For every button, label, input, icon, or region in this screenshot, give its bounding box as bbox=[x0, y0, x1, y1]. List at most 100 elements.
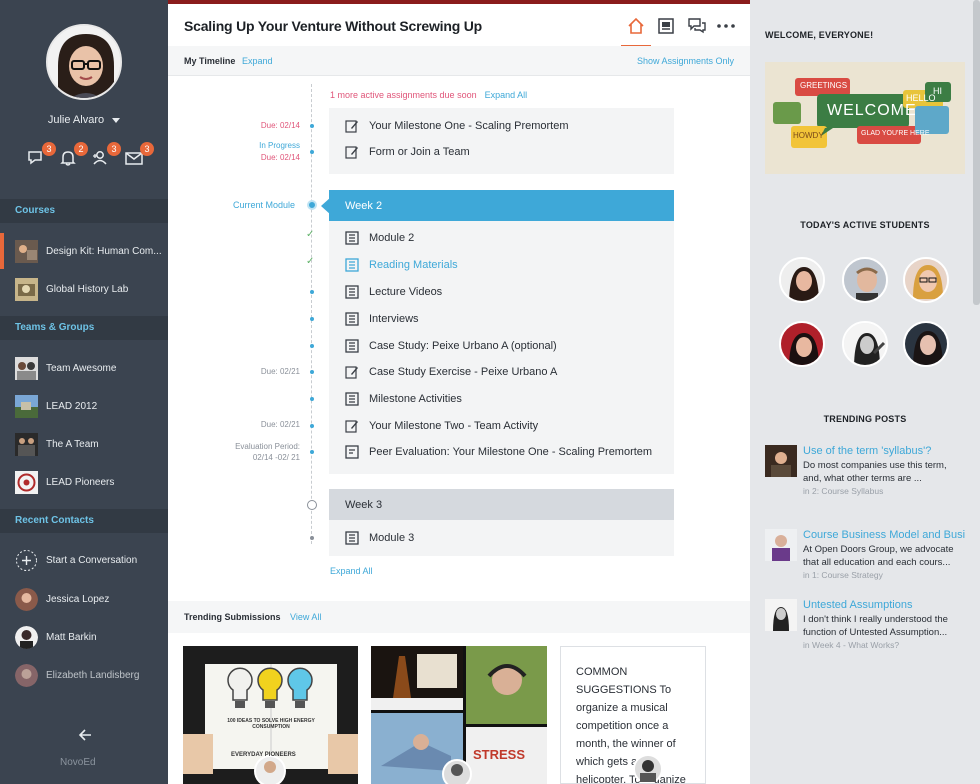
timeline-item[interactable]: Form or Join a Team bbox=[345, 143, 470, 161]
checkmark-icon: ✓ bbox=[306, 229, 315, 240]
bubble-word: HI bbox=[933, 86, 942, 96]
sidebar-item-lead-pioneers[interactable]: LEAD Pioneers bbox=[0, 464, 168, 500]
post-title[interactable]: Course Business Model and Busi bbox=[803, 529, 965, 541]
expand-all-link[interactable]: Expand All bbox=[485, 90, 528, 100]
post-meta: in Week 4 - What Works? bbox=[803, 640, 900, 650]
timeline-item[interactable]: Lecture Videos bbox=[345, 283, 442, 301]
student-avatar[interactable] bbox=[903, 257, 949, 303]
timeline-expand-link[interactable]: Expand bbox=[242, 56, 273, 66]
contact-elizabeth-landisberg[interactable]: Elizabeth Landisberg bbox=[0, 657, 168, 693]
start-conversation-button[interactable]: Start a Conversation bbox=[0, 542, 168, 578]
assignments-warning: 1 more active assignments due soon Expand… bbox=[330, 90, 527, 100]
student-avatar[interactable] bbox=[779, 321, 825, 367]
sidebar-item-a-team[interactable]: The A Team bbox=[0, 426, 168, 462]
sidebar-item-lead-2012[interactable]: LEAD 2012 bbox=[0, 388, 168, 424]
timeline-item[interactable]: Reading Materials bbox=[345, 256, 458, 274]
edit-icon bbox=[345, 366, 358, 379]
course-thumbnail bbox=[15, 277, 38, 301]
submission-card[interactable]: 100 IDEAS TO SOLVE HIGH ENERGY CONSUMPTI… bbox=[183, 646, 358, 784]
sidebar: Julie Alvaro 3 2 3 3 Courses Design Kit:… bbox=[0, 0, 168, 784]
timeline-item[interactable]: Module 3 bbox=[345, 529, 414, 547]
contact-matt-barkin[interactable]: Matt Barkin bbox=[0, 619, 168, 655]
submission-card-text[interactable]: COMMON SUGGESTIONS To organize a musical… bbox=[560, 646, 706, 784]
student-avatar[interactable] bbox=[903, 321, 949, 367]
week-title: Week 3 bbox=[345, 499, 383, 511]
show-assignments-link[interactable]: Show Assignments Only bbox=[637, 56, 734, 66]
discussion-icon[interactable] bbox=[687, 16, 707, 36]
week-title: Week 2 bbox=[345, 200, 383, 212]
timeline-item[interactable]: Case Study: Peixe Urbano A (optional) bbox=[345, 337, 557, 355]
page-title: Scaling Up Your Venture Without Screwing… bbox=[184, 18, 483, 34]
team-thumbnail bbox=[15, 356, 38, 380]
expand-all-bottom-link[interactable]: Expand All bbox=[330, 566, 373, 576]
sidebar-item-global-history[interactable]: Global History Lab bbox=[0, 271, 168, 307]
contact-jessica-lopez[interactable]: Jessica Lopez bbox=[0, 581, 168, 617]
due-status: In Progress bbox=[259, 141, 300, 150]
upcoming-assignments-card: Your Milestone One - Scaling Premortem F… bbox=[329, 108, 674, 174]
alerts-button[interactable]: 2 bbox=[58, 142, 88, 170]
mail-button[interactable]: 3 bbox=[124, 142, 154, 170]
sidebar-item-label: Team Awesome bbox=[46, 362, 117, 374]
notification-badge: 3 bbox=[140, 142, 154, 156]
requests-button[interactable]: 3 bbox=[91, 142, 121, 170]
brand-label: NovoEd bbox=[60, 757, 96, 768]
right-panel-scrollbar[interactable] bbox=[973, 0, 980, 305]
sidebar-item-team-awesome[interactable]: Team Awesome bbox=[0, 350, 168, 386]
timeline-item[interactable]: Module 2 bbox=[345, 229, 414, 247]
item-label: Module 3 bbox=[369, 532, 415, 544]
user-avatar[interactable] bbox=[46, 24, 122, 100]
trending-posts-heading: TRENDING POSTS bbox=[823, 414, 907, 424]
trending-post[interactable]: Use of the term 'syllabus'? Do most comp… bbox=[765, 445, 965, 501]
module-icon bbox=[345, 339, 359, 353]
week-3-module-list: Module 3 bbox=[329, 520, 674, 556]
timeline-item[interactable]: Peer Evaluation: Your Milestone One - Sc… bbox=[345, 443, 652, 461]
view-all-link[interactable]: View All bbox=[290, 612, 321, 622]
edit-icon bbox=[345, 120, 358, 133]
week-2-header[interactable]: Week 2 bbox=[329, 190, 674, 221]
post-title[interactable]: Use of the term 'syllabus'? bbox=[803, 445, 965, 457]
item-label: Interviews bbox=[369, 313, 419, 325]
current-module-dot bbox=[307, 200, 317, 210]
sidebar-item-label: Global History Lab bbox=[46, 283, 129, 295]
sidebar-item-label: The A Team bbox=[46, 438, 99, 450]
home-icon[interactable] bbox=[626, 16, 646, 36]
user-menu[interactable]: Julie Alvaro bbox=[0, 114, 168, 126]
collapse-arrow-icon[interactable] bbox=[76, 726, 94, 744]
submission-card[interactable]: STRESS bbox=[371, 646, 547, 784]
item-label: Reading Materials bbox=[369, 259, 458, 271]
sidebar-item-design-kit[interactable]: Design Kit: Human Com... bbox=[0, 233, 168, 269]
bubble-word: HELLO bbox=[906, 93, 936, 103]
student-avatar[interactable] bbox=[842, 257, 888, 303]
course-header: Scaling Up Your Venture Without Screwing… bbox=[168, 0, 750, 47]
post-excerpt: and, what other terms are ... bbox=[803, 473, 922, 484]
timeline-dot bbox=[310, 370, 314, 374]
post-title[interactable]: Untested Assumptions bbox=[803, 599, 965, 611]
timeline-dot bbox=[310, 317, 314, 321]
student-avatar[interactable] bbox=[779, 257, 825, 303]
timeline-item[interactable]: Your Milestone One - Scaling Premortem bbox=[345, 117, 569, 135]
week-3-header[interactable]: Week 3 bbox=[329, 489, 674, 520]
gallery-icon[interactable] bbox=[656, 16, 676, 36]
main-content: Scaling Up Your Venture Without Screwing… bbox=[168, 0, 750, 784]
module-icon bbox=[345, 392, 359, 406]
post-excerpt: Do most companies use this term, bbox=[803, 460, 947, 471]
timeline-dot bbox=[310, 290, 314, 294]
trending-post[interactable]: Untested Assumptions I don't think I rea… bbox=[765, 599, 965, 655]
module-icon bbox=[345, 531, 359, 545]
timeline-item[interactable]: Interviews bbox=[345, 310, 419, 328]
more-icon[interactable] bbox=[716, 16, 736, 36]
messages-button[interactable]: 3 bbox=[26, 142, 56, 170]
item-label: Case Study Exercise - Peixe Urbano A bbox=[369, 366, 558, 378]
submission-caption: 100 IDEAS TO SOLVE HIGH ENERGY CONSUMPTI… bbox=[227, 718, 315, 730]
courses-heading: Courses bbox=[0, 199, 168, 223]
timeline-item[interactable]: Milestone Activities bbox=[345, 390, 462, 408]
submission-image bbox=[183, 646, 358, 784]
student-avatar[interactable] bbox=[842, 321, 888, 367]
due-date: Due: 02/14 bbox=[260, 153, 300, 162]
timeline-item[interactable]: Case Study Exercise - Peixe Urbano A bbox=[345, 363, 557, 381]
submission-collage: STRESS bbox=[371, 646, 547, 784]
timeline-dot bbox=[310, 424, 314, 428]
timeline-item[interactable]: Your Milestone Two - Team Activity bbox=[345, 417, 538, 435]
trending-post[interactable]: Course Business Model and Busi At Open D… bbox=[765, 529, 965, 585]
post-author-avatar bbox=[765, 599, 797, 631]
